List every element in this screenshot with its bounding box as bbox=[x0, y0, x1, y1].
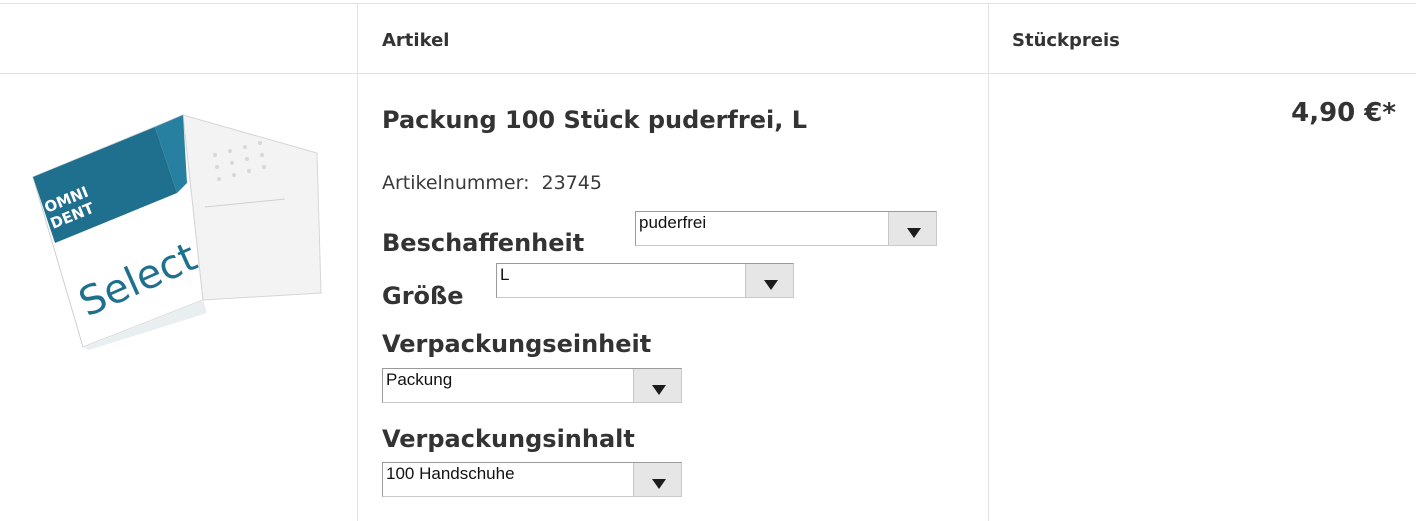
product-title[interactable]: Packung 100 Stück puderfrei, L bbox=[382, 106, 807, 134]
table-header-divider bbox=[0, 73, 1416, 74]
packaging-unit-select[interactable]: Packung bbox=[382, 368, 682, 403]
texture-select-value: puderfrei bbox=[639, 213, 707, 232]
chevron-down-icon[interactable] bbox=[888, 212, 936, 245]
size-label: Größe bbox=[382, 282, 464, 310]
texture-select[interactable]: puderfrei bbox=[635, 211, 937, 246]
article-number-row: Artikelnummer: 23745 bbox=[382, 172, 602, 194]
size-select[interactable]: L bbox=[496, 263, 794, 298]
column-divider-2 bbox=[988, 3, 989, 521]
chevron-down-icon[interactable] bbox=[633, 369, 681, 402]
table-top-border bbox=[0, 3, 1416, 4]
packaging-unit-label: Verpackungseinheit bbox=[382, 330, 652, 358]
product-image[interactable]: OMNI DENT Select bbox=[25, 95, 325, 350]
article-number-label: Artikelnummer: bbox=[382, 172, 530, 194]
packaging-content-label: Verpackungsinhalt bbox=[382, 425, 635, 453]
packaging-unit-select-value: Packung bbox=[386, 370, 453, 389]
packaging-content-select[interactable]: 100 Handschuhe bbox=[382, 462, 682, 497]
header-unit-price: Stückpreis bbox=[1012, 30, 1120, 51]
texture-label: Beschaffenheit bbox=[382, 229, 585, 257]
header-article: Artikel bbox=[382, 30, 450, 51]
unit-price: 4,90 €* bbox=[1291, 98, 1396, 128]
column-divider-1 bbox=[357, 3, 358, 521]
chevron-down-icon[interactable] bbox=[633, 463, 681, 496]
packaging-content-select-value: 100 Handschuhe bbox=[386, 464, 515, 483]
chevron-down-icon[interactable] bbox=[745, 264, 793, 297]
article-number-value: 23745 bbox=[541, 172, 602, 194]
size-select-value: L bbox=[500, 265, 510, 284]
